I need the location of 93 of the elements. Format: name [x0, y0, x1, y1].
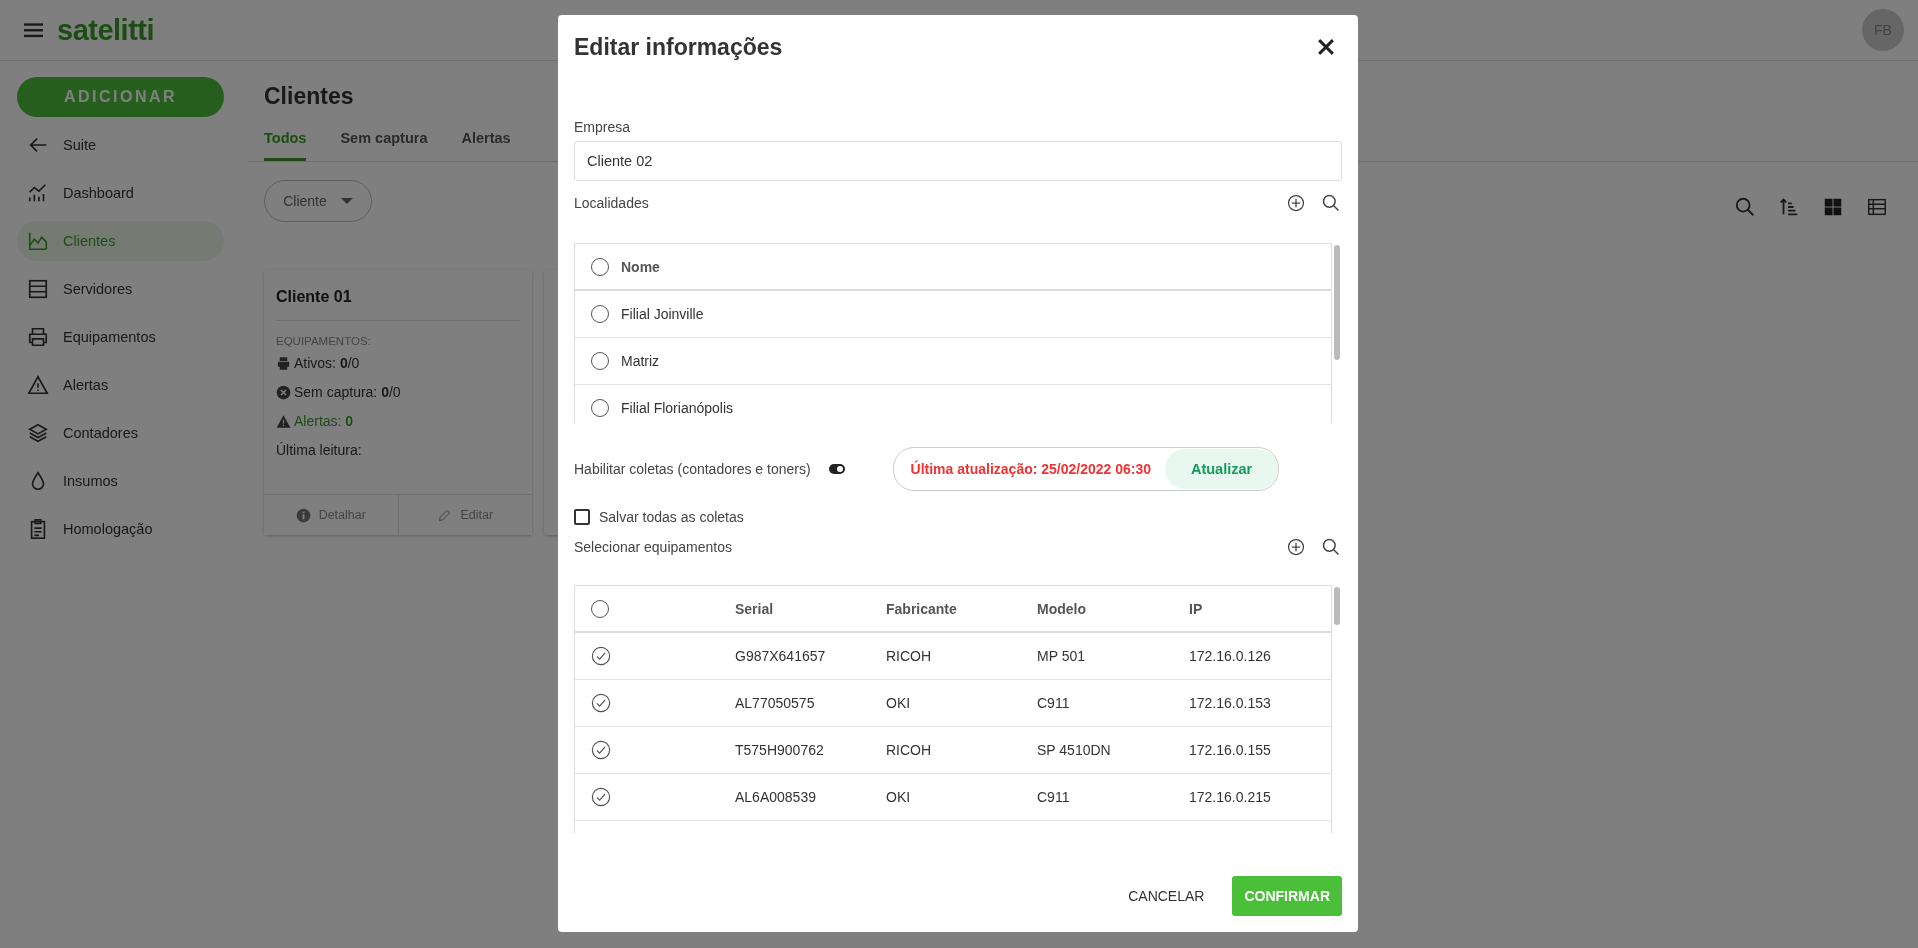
printer-icon [27, 326, 49, 348]
column-header: Nome [621, 258, 660, 275]
logo[interactable]: satelitti [57, 13, 155, 47]
check-circle-icon[interactable] [591, 787, 611, 807]
details-button[interactable]: Detalhar [264, 495, 398, 535]
search-icon[interactable] [1321, 193, 1341, 213]
printer-icon [276, 355, 291, 371]
layers-icon [27, 422, 49, 444]
location-row[interactable]: Matriz [575, 338, 1331, 385]
tab[interactable]: Alertas [461, 130, 511, 161]
section-label: EQUIPAMENTOS: [276, 335, 372, 347]
sort-icon[interactable] [1778, 196, 1800, 218]
field-label: Empresa [574, 119, 632, 135]
page-title: Clientes [264, 83, 355, 110]
active-count: Ativos: 0/0 [294, 355, 360, 371]
add-circle-icon[interactable] [1286, 193, 1306, 213]
check-circle-icon[interactable] [591, 740, 611, 760]
checkbox-label: Salvar todas as coletas [599, 509, 744, 525]
bar-chart-icon [27, 182, 49, 204]
warning-icon [27, 374, 49, 396]
toggle-switch[interactable] [828, 464, 845, 474]
sidebar-item[interactable]: Alertas [17, 365, 224, 405]
equipment-row[interactable]: G987X641657 RICOH MP 501 172.16.0.126 [575, 633, 1331, 680]
menu-icon[interactable] [24, 22, 43, 38]
location-name: Filial Florianópolis [621, 400, 734, 416]
table-cell-text: MP 501 [1037, 648, 1086, 664]
table-cell-text: 172.16.0.215 [1189, 789, 1272, 805]
sidebar-item[interactable]: Contadores [17, 413, 224, 453]
search-icon[interactable] [1734, 196, 1756, 218]
equipment-row[interactable]: T575H900762 RICOH SP 4510DN 172.16.0.155 [575, 727, 1331, 774]
location-name: Filial Joinville [621, 306, 704, 322]
cancel-button[interactable]: CANCELAR [1118, 878, 1215, 914]
location-row[interactable]: Filial Joinville [575, 291, 1331, 338]
dialog-title: Editar informações [574, 33, 783, 61]
pencil-icon [437, 507, 453, 523]
tab[interactable]: Sem captura [340, 130, 428, 161]
table-cell-text: OKI [886, 789, 912, 805]
location-row[interactable]: Filial Florianópolis [575, 385, 1331, 423]
column-header: Modelo [1037, 600, 1087, 617]
alerts-count: Alertas: 0 [294, 413, 354, 429]
table-cell-text: RICOH [886, 742, 933, 758]
sidebar-item[interactable]: Suite [17, 125, 224, 165]
table-cell-text: T575H900762 [735, 742, 825, 758]
last-update-text: Última atualização: 25/02/2022 06:30 [910, 461, 1152, 477]
table-cell-text: 172.16.0.153 [1189, 695, 1272, 711]
search-icon[interactable] [1321, 537, 1341, 557]
area-chart-icon [27, 230, 49, 252]
checkbox[interactable] [574, 509, 590, 525]
sidebar-item[interactable]: Dashboard [17, 173, 224, 213]
column-header: IP [1189, 600, 1204, 617]
table-cell-text: RICOH [886, 648, 933, 664]
client-filter-dropdown[interactable]: Cliente [264, 180, 372, 222]
column-header: Fabricante [886, 600, 958, 617]
caret-icon [340, 198, 353, 204]
sidebar-item[interactable]: Equipamentos [17, 317, 224, 357]
info-icon [295, 507, 311, 523]
last-reading-label: Última leitura: [276, 442, 363, 458]
sidebar-item[interactable]: Servidores [17, 269, 224, 309]
equipment-row[interactable]: AL6A008539 OKI C911 172.16.0.215 [575, 774, 1331, 821]
close-icon[interactable] [1318, 39, 1334, 55]
table-view-icon[interactable] [1866, 196, 1888, 218]
x-circle-icon [276, 384, 291, 400]
table-cell-text: AL77050575 [735, 695, 816, 711]
tab[interactable]: Todos [264, 130, 307, 161]
equipment-row[interactable]: AL77050575 OKI C911 172.16.0.153 [575, 680, 1331, 727]
table-cell-text: G987X641657 [735, 648, 827, 664]
table-cell-text: 172.16.0.155 [1189, 742, 1272, 758]
confirm-button[interactable]: CONFIRMAR [1232, 876, 1342, 916]
check-circle-icon[interactable] [591, 646, 611, 666]
no-capture-count: Sem captura: 0/0 [294, 384, 401, 400]
section-label: Selecionar equipamentos [574, 539, 733, 555]
warning-icon [276, 413, 291, 429]
update-button[interactable]: Atualizar [1165, 449, 1279, 489]
company-input[interactable]: Cliente 02 [574, 141, 1342, 181]
table-cell-text: 172.16.0.126 [1189, 648, 1272, 664]
card-title: Cliente 01 [276, 284, 520, 321]
section-label: Localidades [574, 195, 650, 211]
table-cell-text: OKI [886, 695, 912, 711]
server-icon [27, 278, 49, 300]
table-cell-text: AL6A008539 [735, 789, 817, 805]
grid-view-icon[interactable] [1822, 196, 1844, 218]
sidebar-item[interactable]: Clientes [17, 221, 224, 261]
column-header: Serial [735, 600, 775, 617]
table-cell-text: C911 [1037, 695, 1071, 711]
table-cell-text: C911 [1037, 789, 1071, 805]
check-circle-icon[interactable] [591, 693, 611, 713]
sidebar-item[interactable]: Insumos [17, 461, 224, 501]
table-cell-text: SP 4510DN [1037, 742, 1112, 758]
toggle-label: Habilitar coletas (contadores e toners) [574, 461, 811, 477]
sidebar-item[interactable]: Homologação [17, 509, 224, 549]
edit-button[interactable]: Editar [397, 495, 532, 535]
add-circle-icon[interactable] [1286, 537, 1306, 557]
location-name: Matriz [621, 353, 660, 369]
